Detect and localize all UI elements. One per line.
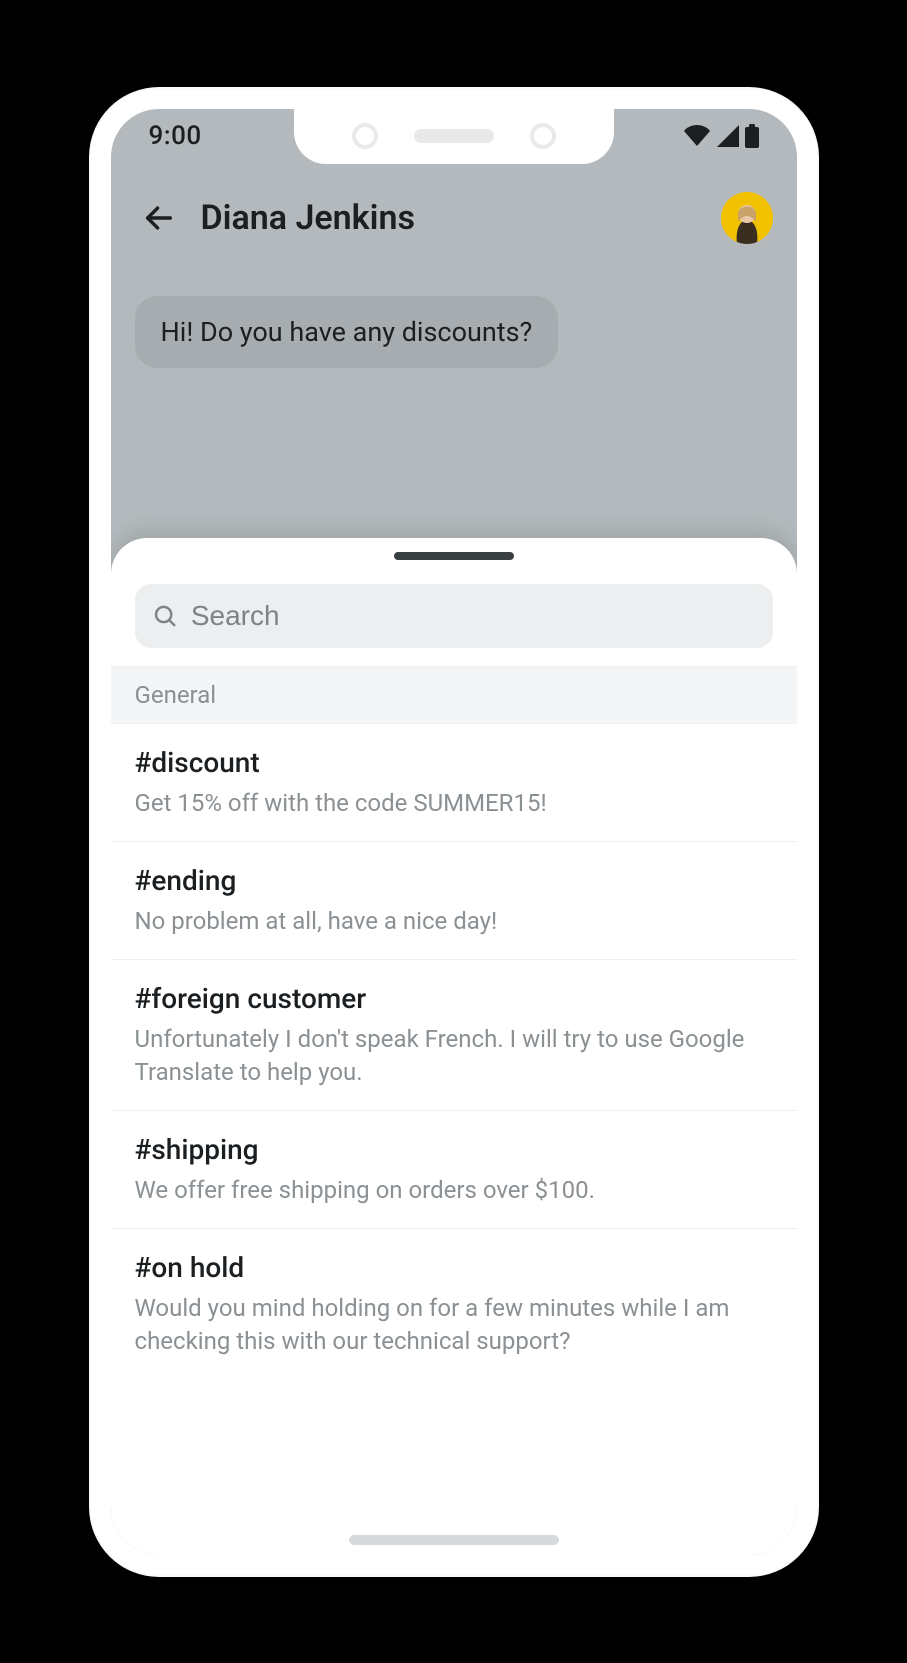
search-field[interactable] — [135, 584, 773, 648]
canned-response-tag: #ending — [135, 864, 773, 897]
speaker-icon — [414, 129, 494, 143]
section-label-general: General — [111, 666, 797, 724]
arrow-left-icon — [142, 201, 176, 235]
canned-response-item[interactable]: #shipping We offer free shipping on orde… — [111, 1111, 797, 1229]
incoming-message-text: Hi! Do you have any discounts? — [161, 316, 533, 348]
canned-responses-sheet: General #discount Get 15% off with the c… — [111, 538, 797, 1555]
status-time: 9:00 — [149, 121, 202, 151]
cellular-icon — [717, 125, 739, 147]
camera-icon — [352, 123, 378, 149]
canned-responses-list: #discount Get 15% off with the code SUMM… — [111, 724, 797, 1380]
canned-response-desc: Unfortunately I don't speak French. I wi… — [135, 1023, 773, 1088]
chat-title: Diana Jenkins — [201, 198, 703, 238]
camera-icon — [530, 123, 556, 149]
phone-frame: 9:00 Diana Jenkins — [89, 87, 819, 1577]
canned-response-tag: #foreign customer — [135, 982, 773, 1015]
canned-response-desc: Would you mind holding on for a few minu… — [135, 1292, 773, 1357]
canned-response-item[interactable]: #on hold Would you mind holding on for a… — [111, 1229, 797, 1379]
canned-response-item[interactable]: #ending No problem at all, have a nice d… — [111, 842, 797, 960]
avatar[interactable] — [721, 192, 773, 244]
canned-response-item[interactable]: #foreign customer Unfortunately I don't … — [111, 960, 797, 1111]
canned-response-desc: Get 15% off with the code SUMMER15! — [135, 787, 773, 819]
canned-response-desc: No problem at all, have a nice day! — [135, 905, 773, 937]
phone-screen: 9:00 Diana Jenkins — [111, 109, 797, 1555]
back-button[interactable] — [135, 194, 183, 242]
avatar-person-icon — [721, 192, 773, 244]
canned-response-item[interactable]: #discount Get 15% off with the code SUMM… — [111, 724, 797, 842]
wifi-icon — [683, 125, 711, 147]
status-icons — [683, 124, 759, 148]
chat-header: Diana Jenkins — [111, 164, 797, 268]
page-background: 9:00 Diana Jenkins — [0, 0, 907, 1663]
incoming-message-bubble[interactable]: Hi! Do you have any discounts? — [135, 296, 559, 368]
chat-area: Hi! Do you have any discounts? — [111, 268, 797, 538]
canned-response-desc: We offer free shipping on orders over $1… — [135, 1174, 773, 1206]
home-indicator[interactable] — [349, 1535, 559, 1545]
search-icon — [153, 603, 177, 629]
canned-response-tag: #shipping — [135, 1133, 773, 1166]
search-input[interactable] — [191, 600, 755, 632]
canned-response-tag: #on hold — [135, 1251, 773, 1284]
search-container — [111, 578, 797, 666]
canned-response-tag: #discount — [135, 746, 773, 779]
sheet-drag-handle[interactable] — [394, 552, 514, 560]
battery-icon — [745, 124, 759, 148]
phone-notch — [294, 109, 614, 164]
